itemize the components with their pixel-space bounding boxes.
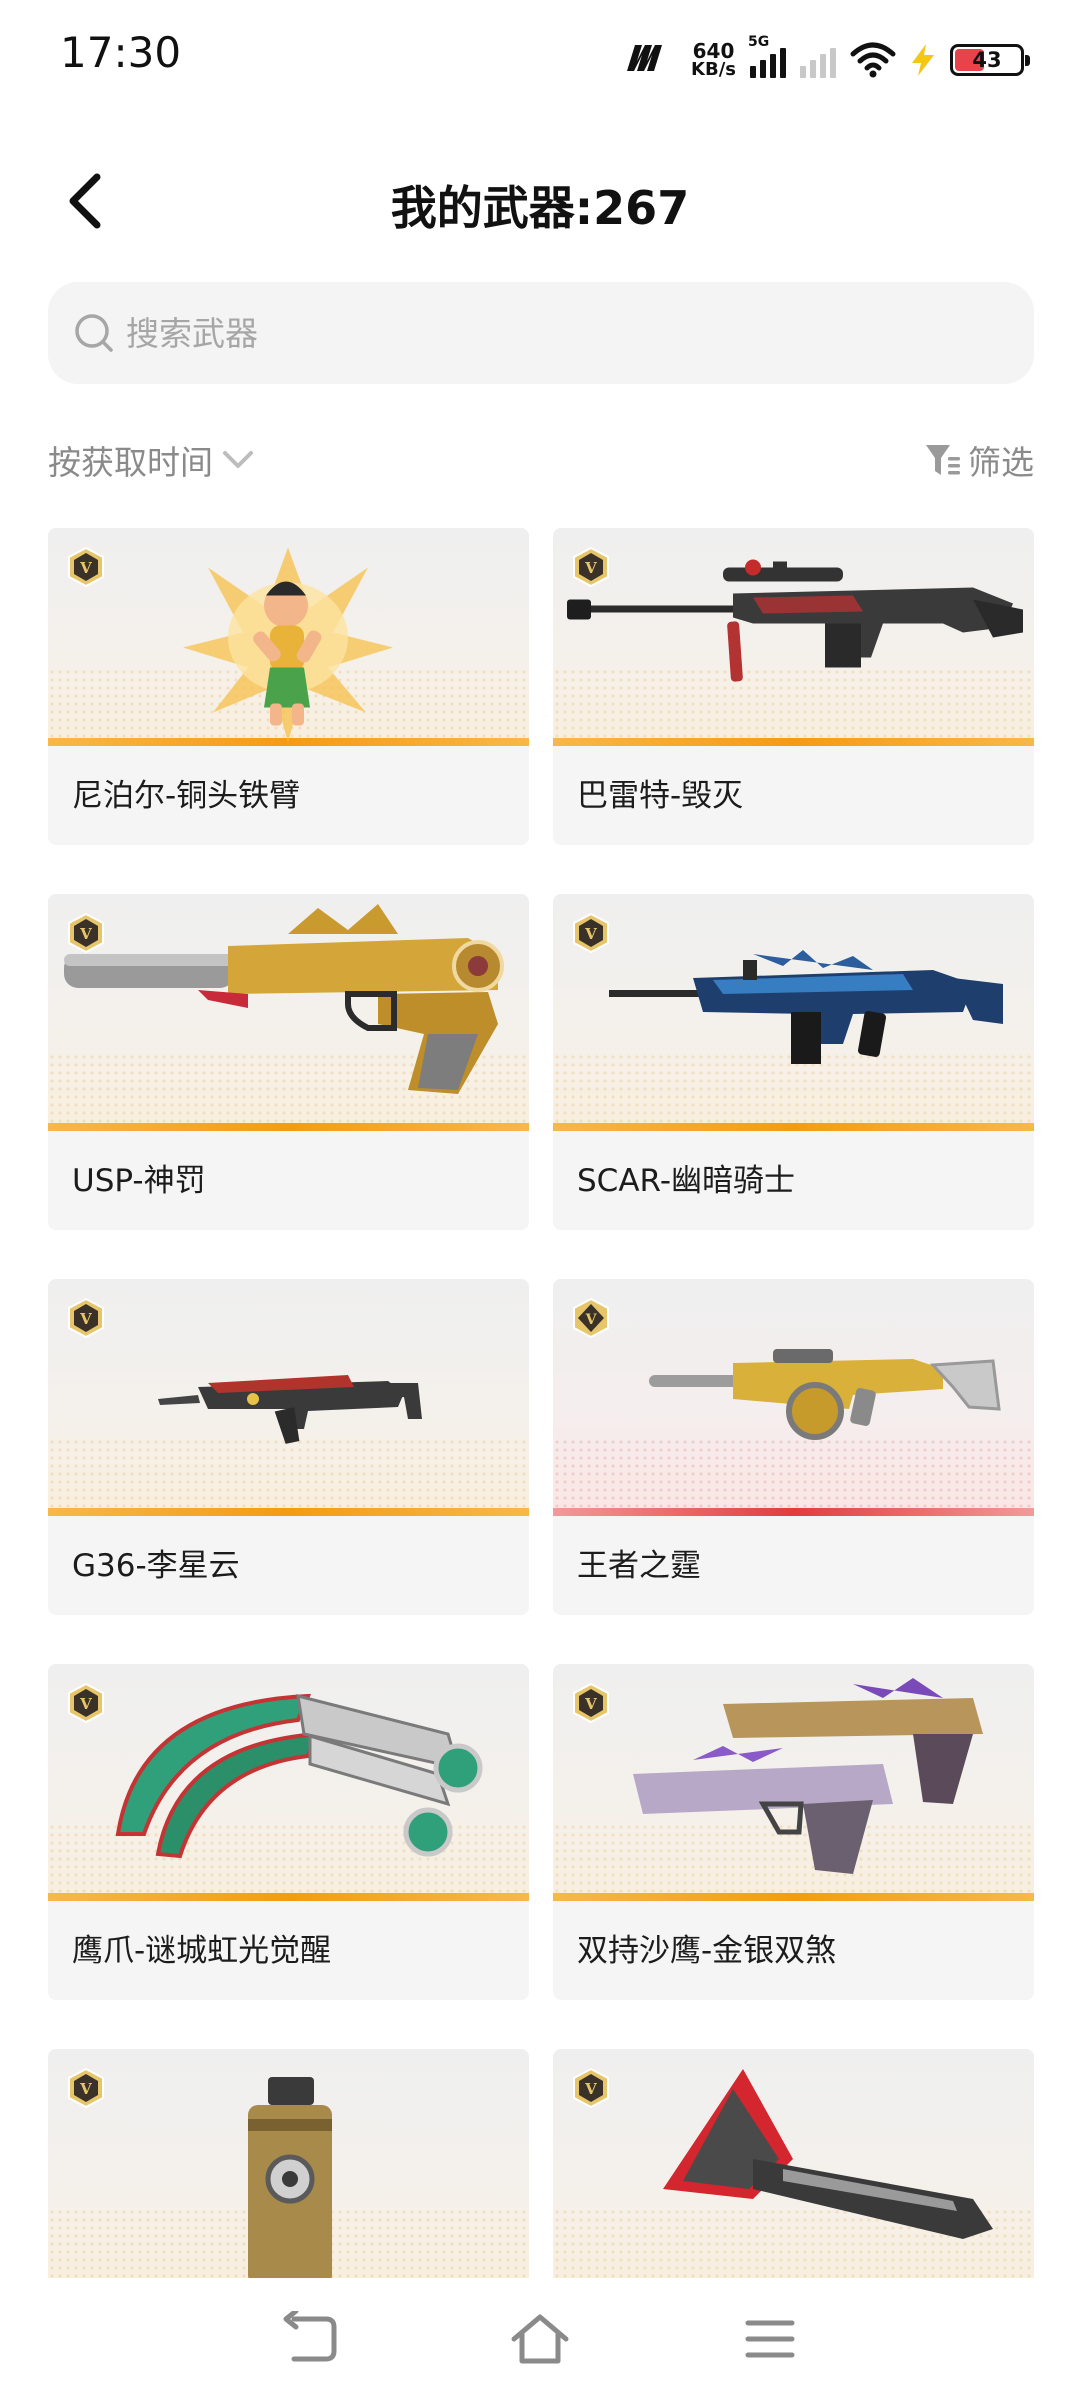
weapon-card[interactable]: V 鹰爪-谜城虹光觉醒	[48, 1664, 529, 2000]
network-speed-value: 640	[692, 39, 735, 63]
svg-text:V: V	[79, 2080, 92, 2098]
filter-bar: 按获取时间 筛选	[48, 430, 1034, 490]
weapon-card[interactable]: V G36-李星云	[48, 1279, 529, 1615]
home-icon	[511, 2314, 569, 2364]
menu-icon	[745, 2320, 795, 2358]
svg-text:V: V	[584, 925, 597, 943]
wifi-icon	[850, 42, 896, 78]
svg-text:V: V	[585, 1312, 598, 1328]
carrier-logo	[625, 38, 669, 82]
weapon-image: V	[553, 1279, 1034, 1516]
weapon-name: SCAR-幽暗骑士	[577, 1163, 795, 1199]
weapon-name: 王者之霆	[577, 1548, 701, 1584]
sniper-rifle-icon	[567, 559, 1023, 682]
weapon-image: V	[48, 1279, 529, 1516]
character-figure-icon	[183, 547, 393, 743]
weapon-card[interactable]: V SCAR-幽暗骑士	[553, 894, 1034, 1230]
weapon-name: 巴雷特-毁灭	[577, 778, 744, 814]
battery-icon: 43	[950, 44, 1030, 76]
weapon-grid: V 尼泊尔-铜头铁臂 V 巴雷特-毁灭 V USP-神罚 V SCAR-幽暗骑士…	[48, 528, 1034, 2278]
status-bar: 17:30 640 KB/s 5G 43	[0, 0, 1080, 118]
status-time: 17:30	[60, 28, 182, 77]
axe-icon	[663, 2069, 993, 2239]
vip-badge-icon: V	[68, 1682, 104, 1724]
sort-dropdown[interactable]: 按获取时间	[48, 436, 255, 484]
filter-button[interactable]: 筛选	[924, 436, 1034, 484]
weapon-name: USP-神罚	[72, 1163, 206, 1199]
vip-badge-icon: V	[573, 2067, 609, 2109]
weapon-image: V	[553, 894, 1034, 1131]
search-icon	[75, 314, 113, 352]
signal-5g-icon: 5G	[748, 34, 786, 78]
vip-badge-icon: V	[68, 546, 104, 588]
dual-pistols-icon	[633, 1678, 983, 1874]
weapon-name: G36-李星云	[72, 1548, 240, 1584]
svg-text:V: V	[79, 925, 92, 943]
vip-badge-icon: V	[573, 1682, 609, 1724]
svg-text:V: V	[79, 1695, 92, 1713]
vip-badge-icon: V	[68, 2067, 104, 2109]
weapon-image: V	[553, 2049, 1034, 2278]
weapon-card[interactable]: V 王者之霆	[553, 1279, 1034, 1615]
weapon-image: V	[553, 1664, 1034, 1901]
weapon-card[interactable]: V	[553, 2049, 1034, 2278]
search-input[interactable]	[126, 313, 1006, 353]
vip-badge-icon: V	[573, 912, 609, 954]
weapon-name: 尼泊尔-铜头铁臂	[72, 778, 301, 814]
weapon-image: V	[553, 528, 1034, 746]
network-speed: 640 KB/s	[691, 41, 736, 79]
weapon-image: V	[48, 2049, 529, 2278]
sort-label: 按获取时间	[48, 443, 213, 482]
weapon-image: V	[48, 894, 529, 1131]
grenade-icon	[248, 2077, 332, 2278]
back-arrow-icon	[283, 2311, 337, 2362]
search-bar[interactable]	[48, 282, 1034, 384]
karambit-knife-icon	[115, 1693, 483, 1859]
signal-sim2-icon	[800, 42, 836, 78]
vip-badge-icon: V	[68, 1297, 104, 1339]
battery-level: 43	[972, 48, 1002, 72]
svg-text:V: V	[584, 1695, 597, 1713]
header: 我的武器:267	[0, 150, 1080, 250]
weapon-card[interactable]: V USP-神罚	[48, 894, 529, 1230]
svg-text:V: V	[79, 1310, 92, 1328]
svg-text:V: V	[584, 559, 597, 577]
network-type: 5G	[748, 34, 770, 50]
assault-rifle-icon	[158, 1375, 422, 1444]
network-speed-unit: KB/s	[691, 59, 736, 80]
svg-text:V: V	[79, 559, 92, 577]
page-title: 我的武器:267	[390, 181, 690, 235]
weapon-card[interactable]: V	[48, 2049, 529, 2278]
status-icons: 640 KB/s 5G 43	[625, 30, 1030, 90]
weapon-grid-viewport[interactable]: V 尼泊尔-铜头铁臂 V 巴雷特-毁灭 V USP-神罚 V SCAR-幽暗骑士…	[0, 528, 1080, 2278]
system-nav-bar	[0, 2278, 1080, 2400]
weapon-card[interactable]: V 巴雷特-毁灭	[553, 528, 1034, 845]
charging-icon	[912, 44, 934, 76]
shotgun-icon	[649, 1349, 1001, 1440]
weapon-card[interactable]: V 双持沙鹰-金银双煞	[553, 1664, 1034, 2000]
weapon-image: V	[48, 1664, 529, 1901]
nav-home-button[interactable]	[500, 2299, 580, 2379]
weapon-name: 双持沙鹰-金银双煞	[577, 1933, 837, 1969]
weapon-image: V	[48, 528, 529, 746]
svg-text:V: V	[584, 2080, 597, 2098]
weapon-name: 鹰爪-谜城虹光觉醒	[72, 1933, 332, 1969]
nav-menu-button[interactable]	[730, 2299, 810, 2379]
assault-rifle-icon	[609, 950, 1003, 1064]
vip-badge-icon: V	[68, 912, 104, 954]
diamond-badge-icon: V	[573, 1297, 609, 1339]
chevron-down-icon	[223, 451, 253, 468]
filter-label: 筛选	[968, 443, 1034, 482]
funnel-icon	[926, 445, 960, 475]
pistol-icon	[64, 904, 504, 1094]
weapon-card[interactable]: V 尼泊尔-铜头铁臂	[48, 528, 529, 845]
nav-back-button[interactable]	[270, 2299, 350, 2379]
vip-badge-icon: V	[573, 546, 609, 588]
